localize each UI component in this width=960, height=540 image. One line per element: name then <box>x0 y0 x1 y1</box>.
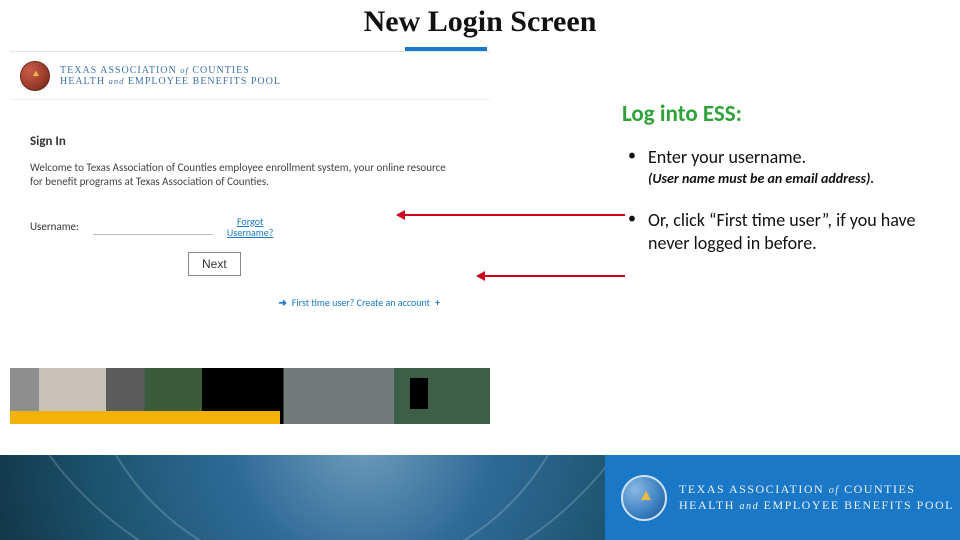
forgot-line1: Forgot <box>227 216 273 227</box>
first-time-row[interactable]: ➜ First time user? Create an account + <box>30 296 470 309</box>
footer: TEXAS ASSOCIATION of COUNTIES HEALTH and… <box>0 455 960 540</box>
instruction-item-2: Or, click “First time user”, if you have… <box>622 209 942 254</box>
instructions-panel: Log into ESS: Enter your username. (User… <box>622 100 942 276</box>
footer-bg-image <box>0 455 605 540</box>
welcome-text: Welcome to Texas Association of Counties… <box>30 161 460 190</box>
instructions-list: Enter your username. (User name must be … <box>622 146 942 254</box>
forgot-username-link[interactable]: Forgot Username? <box>227 216 273 238</box>
screenshot-bg-image <box>10 368 490 424</box>
plus-icon: + <box>435 296 440 309</box>
brand-line1a: TEXAS ASSOCIATION <box>60 65 180 76</box>
screenshot-body: Sign In Welcome to Texas Association of … <box>10 100 490 309</box>
brand-and: and <box>109 76 125 86</box>
tac-seal-icon <box>20 61 50 91</box>
footer-brand-of: of <box>829 485 840 496</box>
brand-text: TEXAS ASSOCIATION of COUNTIES HEALTH and… <box>60 65 281 87</box>
footer-brand-line1a: TEXAS ASSOCIATION <box>679 482 829 496</box>
brand-line2a: HEALTH <box>60 76 109 87</box>
instruction-item-1: Enter your username. (User name must be … <box>622 146 942 187</box>
instruction-2-text: Or, click “First time user”, if you have… <box>648 209 942 254</box>
page-title: New Login Screen <box>0 5 960 39</box>
brand-line1b: COUNTIES <box>189 65 250 76</box>
forgot-line2: Username? <box>227 227 273 238</box>
username-input[interactable] <box>93 218 213 235</box>
bg-yellow-bar <box>10 411 280 424</box>
instruction-1-note: (User name must be an email address). <box>648 171 942 188</box>
instructions-heading: Log into ESS: <box>622 100 942 128</box>
brand-line2b: EMPLOYEE BENEFITS POOL <box>124 76 281 87</box>
footer-brand-line2a: HEALTH <box>679 498 739 512</box>
login-arrow-icon: ➜ <box>278 296 286 309</box>
brand-of: of <box>180 65 189 75</box>
first-time-link[interactable]: First time user? Create an account <box>292 296 430 309</box>
screenshot-header: TEXAS ASSOCIATION of COUNTIES HEALTH and… <box>10 52 490 100</box>
footer-brand-and: and <box>739 501 759 512</box>
footer-seal-icon <box>621 475 667 521</box>
footer-brand-line1b: COUNTIES <box>840 482 916 496</box>
next-row: Next <box>30 252 470 276</box>
signin-heading: Sign In <box>30 134 470 149</box>
slide: New Login Screen TEXAS ASSOCIATION of CO… <box>0 0 960 540</box>
bg-dark-block <box>410 378 428 409</box>
username-label: Username: <box>30 220 79 233</box>
instruction-1-text: Enter your username. <box>648 146 942 169</box>
footer-brand-line2b: EMPLOYEE BENEFITS POOL <box>759 498 954 512</box>
annotation-arrow-firsttime <box>480 275 625 277</box>
footer-brand-text: TEXAS ASSOCIATION of COUNTIES HEALTH and… <box>679 482 954 513</box>
footer-brand-panel: TEXAS ASSOCIATION of COUNTIES HEALTH and… <box>605 455 960 540</box>
next-button[interactable]: Next <box>188 252 241 276</box>
annotation-arrow-username <box>400 214 625 216</box>
